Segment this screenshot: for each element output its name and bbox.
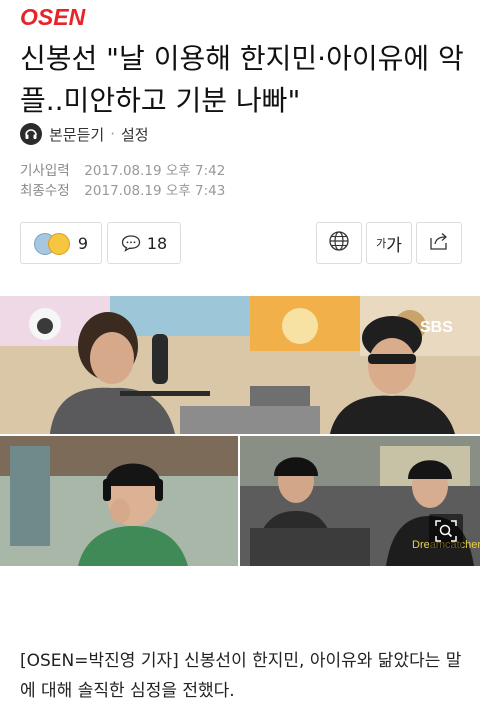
article-title: 신봉선 "날 이용해 한지민·아이유에 악플..미안하고 기분 나빠" (20, 42, 464, 117)
article-photo[interactable]: SBS Dreamcatcher (0, 296, 480, 566)
font-big-label: 가 (386, 235, 402, 256)
speech-bubble-icon (121, 234, 141, 252)
published-label: 기사입력 (20, 163, 70, 179)
modified-label: 최종수정 (20, 183, 70, 199)
headphones-icon[interactable] (20, 123, 42, 145)
font-small-label: 가 (376, 237, 387, 250)
sbs-watermark: SBS (420, 319, 453, 336)
settings-link[interactable]: 설정 (121, 124, 149, 145)
osen-logo[interactable]: OSEN (20, 4, 85, 31)
published-date-row: 기사입력 2017.08.19 오후 7:42 (20, 161, 225, 181)
separator: · (110, 125, 115, 143)
audio-row: 본문듣기 · 설정 (20, 122, 149, 146)
reaction-count: 9 (77, 233, 89, 253)
published-value: 2017.08.19 오후 7:42 (84, 163, 226, 179)
modified-value: 2017.08.19 오후 7:43 (84, 183, 226, 199)
top-bar: OSEN (0, 0, 480, 34)
share-button[interactable] (416, 222, 462, 264)
article-dates: 기사입력 2017.08.19 오후 7:42 최종수정 2017.08.19 … (20, 161, 225, 201)
article-body: [OSEN=박진영 기자] 신봉선이 한지민, 아이유와 닮았다는 말에 대해 … (20, 651, 462, 701)
globe-icon (328, 230, 350, 256)
modified-date-row: 최종수정 2017.08.19 오후 7:43 (20, 181, 225, 201)
audio-read-link[interactable]: 본문듣기 (49, 124, 104, 145)
translate-button[interactable] (316, 222, 362, 264)
share-icon (428, 231, 450, 255)
comment-count: 18 (146, 233, 168, 253)
font-size-button[interactable]: 가가 (366, 222, 412, 264)
reaction-button[interactable]: 9 (20, 222, 102, 264)
comment-button[interactable]: 18 (107, 222, 181, 264)
emoji-reaction-icon (33, 232, 74, 255)
zoom-button[interactable] (429, 514, 463, 548)
